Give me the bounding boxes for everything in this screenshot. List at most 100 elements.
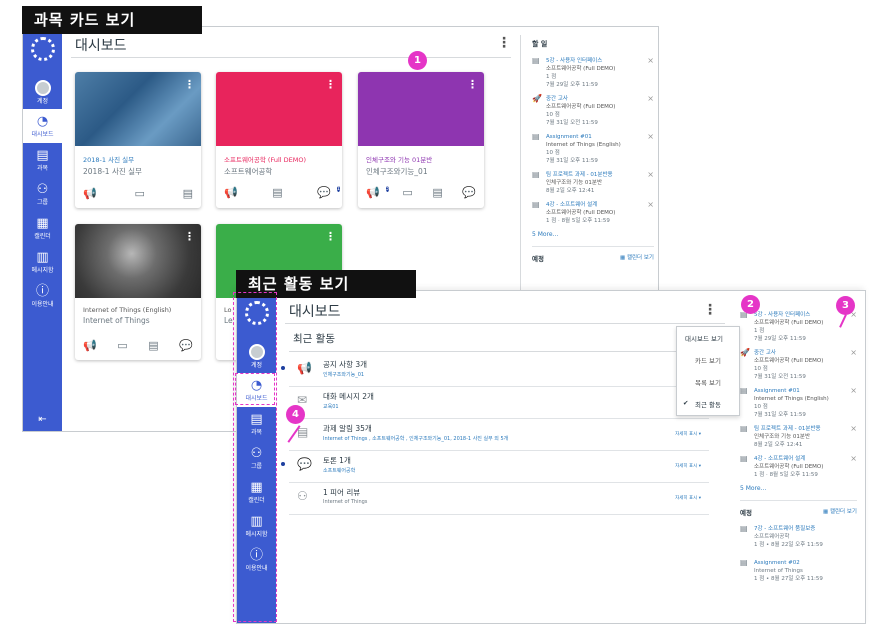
activity-row[interactable]: ▤ 과제 알림 35개 Internet of Things , 소프트웨어공학 ,… (289, 421, 709, 451)
todo-sidebar: ▤ 5강 - 사용자 인터페이스 소프트웨어공학 (Full DEMO) 1 점 7월 … (740, 291, 865, 623)
card-options-icon[interactable]: ⋮ (184, 78, 195, 91)
unread-badge: 3 (385, 186, 389, 192)
canvas-logo-icon[interactable] (30, 37, 55, 61)
nav-help[interactable]: ⓘ 이용안내 (23, 279, 62, 313)
dashboard-options-icon[interactable]: ⋮ (703, 302, 717, 318)
todo-item[interactable]: ▤ 5강 - 사용자 인터페이스 소프트웨어공학 (Full DEMO) 1 점 7월 … (532, 57, 658, 89)
dismiss-icon[interactable]: × (647, 171, 654, 179)
todo-item[interactable]: ▤ 4강 - 소프트웨어 설계 소프트웨어공학 (Full DEMO) 1 점 · 8… (532, 200, 658, 225)
callout-3: 3 (836, 296, 855, 315)
activity-row[interactable]: ✉ 대화 메시지 2개 교육01 (289, 389, 709, 419)
nav-inbox[interactable]: ▥ 메시지함 (23, 245, 62, 279)
activity-row[interactable]: ⚇ 1 피어 리뷰 Internet of Things 자세히 표시 ▾ (289, 485, 709, 515)
files-icon[interactable]: ▭ (134, 187, 144, 200)
assignments-icon[interactable]: ▤ (183, 187, 193, 200)
unread-badge: 1 (336, 186, 340, 192)
files-icon[interactable]: ▭ (402, 186, 412, 200)
upcoming-item[interactable]: ▤ Assignment #02 Internet of Things 1 점 • 8… (740, 559, 865, 583)
card-view-option[interactable]: 카드 보기 (677, 349, 739, 371)
callout-2: 2 (741, 295, 760, 314)
card-options-icon[interactable]: ⋮ (184, 230, 195, 243)
unread-dot (281, 366, 285, 370)
show-more-toggle[interactable]: 자세히 표시 ▾ (675, 463, 701, 469)
dismiss-icon[interactable]: × (850, 387, 857, 395)
card-view-label: 과목 카드 보기 (22, 6, 202, 34)
discussions-icon[interactable]: 💬 (462, 186, 476, 200)
recent-activity-option[interactable]: 최근 활동 (677, 393, 739, 415)
dashboard-highlight-box (235, 373, 275, 405)
todo-more-link[interactable]: 5 More... (740, 485, 865, 492)
show-more-toggle[interactable]: 자세히 표시 ▾ (675, 495, 701, 501)
todo-item[interactable]: ▤ Assignment #01 Internet of Things (Engli… (740, 387, 865, 419)
discussions-icon[interactable]: 💬 (179, 339, 193, 352)
dismiss-icon[interactable]: × (850, 425, 857, 433)
unread-dot (281, 462, 285, 466)
show-more-toggle[interactable]: 자세히 표시 ▾ (675, 431, 701, 437)
card-options-icon[interactable]: ⋮ (325, 78, 336, 91)
collapse-nav-icon[interactable]: ⇤ (38, 414, 46, 425)
callout-1: 1 (408, 51, 427, 70)
course-card-title[interactable]: 2018-1 사진 실무 (83, 154, 193, 164)
course-card-color: ⋮ (358, 72, 484, 146)
global-nav: 계정 ◔ 대시보드 ▤ 과목 ⚇ 그룹 ▦ 캘린더 ▥ 메시지함 ⓘ 이용안내 ⇤ (23, 27, 62, 431)
assignments-icon[interactable]: ▤ (148, 339, 158, 352)
course-card[interactable]: ⋮ Internet of Things (English) Internet … (75, 224, 201, 360)
course-card-title[interactable]: 인체구조와 기능 01분반 (366, 154, 476, 164)
nav-groups[interactable]: ⚇ 그룹 (23, 177, 62, 211)
announcements-icon[interactable]: 📢 (83, 187, 97, 200)
dismiss-icon[interactable]: × (647, 57, 654, 65)
view-menu-header: 대시보드 보기 (685, 335, 723, 343)
assignment-icon: ▤ (740, 386, 748, 395)
divider (289, 351, 709, 352)
activity-row[interactable]: 💬 토론 1개 소프트웨어공학 자세히 표시 ▾ (281, 453, 709, 483)
nav-courses[interactable]: ▤ 과목 (23, 143, 62, 177)
assignment-icon: ▤ (532, 170, 540, 179)
course-card[interactable]: ⋮ 소프트웨어공학 (Full DEMO) 소프트웨어공학 📢 ▤ 💬 1 (216, 72, 342, 208)
files-icon[interactable]: ▭ (117, 339, 127, 352)
dismiss-icon[interactable]: × (647, 201, 654, 209)
course-card-title[interactable]: 소프트웨어공학 (Full DEMO) (224, 154, 334, 164)
todo-item[interactable]: ▤ 팀 프로젝트 과제 - 01분반용 인체구조와 기능 01분반 8월 2일 오후 … (740, 425, 865, 449)
course-card-subtitle: 2018-1 사진 실무 (83, 167, 142, 176)
todo-item[interactable]: ▤ 팀 프로젝트 과제 - 01분반용 인체구조와 기능 01분반 8월 2일 오후 … (532, 170, 658, 195)
course-card-subtitle: Internet of Things (83, 316, 150, 325)
course-card-subtitle: 인체구조와기능_01 (366, 167, 428, 176)
course-card[interactable]: ⋮ 2018-1 사진 실무 2018-1 사진 실무 📢 ▭ ▤ (75, 72, 201, 208)
dismiss-icon[interactable]: × (647, 133, 654, 141)
nav-calendar[interactable]: ▦ 캘린더 (23, 211, 62, 245)
card-options-icon[interactable]: ⋮ (325, 230, 336, 243)
nav-account[interactable]: 계정 (23, 75, 62, 109)
assignment-icon: ▤ (532, 200, 540, 209)
assignments-icon[interactable]: ▤ (272, 186, 282, 200)
announcements-icon[interactable]: 📢 (224, 186, 238, 200)
todo-item[interactable]: ▤ Assignment #01 Internet of Things (Engli… (532, 133, 658, 165)
nav-dashboard[interactable]: ◔ 대시보드 (23, 109, 62, 143)
announcement-icon: 📢 (297, 361, 312, 375)
todo-title: 할 일 (532, 40, 548, 48)
todo-more-link[interactable]: 5 More... (532, 231, 658, 238)
page-title: 대시보드 (75, 38, 127, 54)
announcements-icon[interactable]: 📢 (83, 339, 97, 352)
activity-row[interactable]: 📢 공지 사항 3개 인체구조와기능_01 (281, 357, 709, 387)
list-view-option[interactable]: 목록 보기 (677, 371, 739, 393)
calendar-link[interactable]: ▦ 캘린더 보기 (620, 253, 654, 263)
course-card-title[interactable]: Internet of Things (English) (83, 306, 193, 314)
todo-item[interactable]: ▤ 4강 - 소프트웨어 설계 소프트웨어공학 (Full DEMO) 1 점 · 8… (740, 455, 865, 479)
dashboard-options-icon[interactable]: ⋮ (497, 35, 511, 51)
todo-item[interactable]: 🚀 중간 고사 소프트웨어공학 (Full DEMO) 10 점 7월 31일 오전 1… (532, 94, 658, 127)
dismiss-icon[interactable]: × (647, 95, 654, 103)
upcoming-item[interactable]: ▤ 7강 - 소프트웨어 품질보증 소프트웨어공학 1 점 • 8월 22일 오후 1… (740, 525, 865, 549)
help-icon: ⓘ (35, 283, 49, 299)
assignments-icon[interactable]: ▤ (432, 186, 442, 200)
dismiss-icon[interactable]: × (850, 349, 857, 357)
dashboard-view-menu: 대시보드 보기 카드 보기 목록 보기 최근 활동 (676, 326, 740, 416)
announcements-icon[interactable]: 📢 3 (366, 186, 389, 200)
upcoming-title: 예정 (740, 509, 752, 517)
calendar-link[interactable]: ▦ 캘린더 보기 (823, 507, 857, 517)
todo-item[interactable]: 🚀 중간 고사 소프트웨어공학 (Full DEMO) 10 점 7월 31일 오전 1… (740, 349, 865, 381)
discussions-icon[interactable]: 💬 1 (317, 186, 340, 200)
course-card[interactable]: ⋮ 인체구조와 기능 01분반 인체구조와기능_01 📢 3 ▭ ▤ 💬 (358, 72, 484, 208)
card-options-icon[interactable]: ⋮ (467, 78, 478, 91)
dismiss-icon[interactable]: × (850, 455, 857, 463)
quiz-icon: 🚀 (532, 94, 542, 103)
